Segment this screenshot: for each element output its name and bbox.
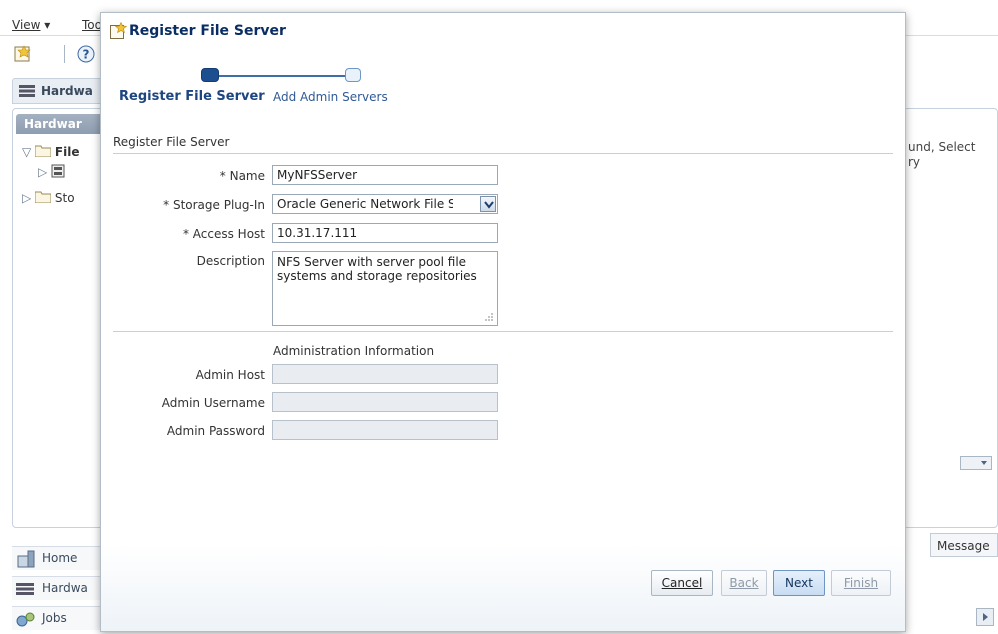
admin-username-field[interactable]: [272, 392, 498, 412]
train-stop-next[interactable]: [345, 68, 361, 82]
chevron-down-icon: [484, 201, 494, 209]
description-field[interactable]: NFS Server with server pool file systems…: [272, 251, 498, 326]
dropdown-button[interactable]: [480, 196, 496, 212]
section-title: Register File Server: [113, 135, 230, 149]
finish-button[interactable]: Finish: [831, 570, 891, 596]
name-field[interactable]: [272, 165, 498, 185]
nav-jobs-label: Jobs: [42, 611, 67, 625]
folder-icon: [34, 191, 52, 204]
server-rack-icon: [19, 85, 35, 97]
cancel-label: Cancel: [661, 576, 703, 590]
wizard-icon: [109, 21, 128, 40]
background-info-text: und, Select ry: [908, 140, 975, 170]
access-host-field[interactable]: [272, 223, 498, 243]
tree-item-storage[interactable]: ▷ Sto: [22, 191, 75, 205]
admin-section-title: Administration Information: [273, 344, 435, 358]
server-rack-icon: [16, 583, 34, 595]
admin-username-label: Admin Username: [161, 396, 265, 410]
nav-home-label: Home: [42, 551, 78, 565]
scroll-right-button[interactable]: [976, 608, 994, 626]
description-label: Description: [196, 254, 265, 268]
section-divider: [113, 331, 893, 332]
collapse-triangle-icon: ▽: [22, 145, 32, 159]
new-icon[interactable]: [12, 44, 32, 64]
expand-triangle-icon: ▷: [22, 191, 32, 205]
train-step-register: Register File Server: [119, 89, 265, 104]
cancel-button[interactable]: Cancel: [651, 570, 713, 596]
scroll-down-button[interactable]: [960, 456, 992, 470]
subpanel-title: Hardwar: [24, 117, 82, 131]
back-label: Back: [729, 576, 759, 590]
dialog-title: Register File Server: [129, 23, 286, 39]
nav-hardware[interactable]: Hardwa: [12, 576, 112, 600]
tree-item-child[interactable]: ▷: [38, 164, 65, 179]
chevron-down-icon: [981, 461, 987, 465]
storage-plugin-select[interactable]: Oracle Generic Network File Sys: [272, 194, 498, 214]
toolbar-separator: [64, 45, 65, 63]
file-server-icon: [51, 164, 65, 178]
resize-grip-icon[interactable]: [484, 312, 494, 322]
next-button[interactable]: Next: [773, 570, 825, 596]
admin-host-label: Admin Host: [195, 368, 265, 382]
admin-host-field[interactable]: [272, 364, 498, 384]
train-connector: [211, 75, 345, 77]
access-host-label: * Access Host: [182, 227, 265, 241]
admin-password-field[interactable]: [272, 420, 498, 440]
tree-item-file[interactable]: ▽ File: [22, 145, 79, 159]
message-column-header[interactable]: Message: [930, 533, 998, 557]
back-button[interactable]: Back: [721, 570, 767, 596]
info-line: ry: [908, 155, 921, 169]
tree-item-label: File: [54, 145, 80, 159]
expand-triangle-icon: ▷: [38, 165, 48, 179]
description-text: NFS Server with server pool file systems…: [277, 255, 477, 283]
home-icon: [17, 550, 35, 568]
jobs-icon: [16, 612, 35, 627]
section-divider: [113, 153, 893, 154]
next-label: Next: [785, 576, 813, 590]
finish-label: Finish: [843, 576, 879, 590]
menu-tools[interactable]: Too: [82, 18, 102, 32]
nav-jobs[interactable]: Jobs: [12, 606, 112, 630]
storage-plugin-value: Oracle Generic Network File Sys: [277, 197, 453, 211]
storage-plugin-label: * Storage Plug-In: [163, 198, 265, 212]
train-step-admin-servers[interactable]: Add Admin Servers: [273, 90, 388, 104]
folder-icon: [34, 145, 52, 158]
svg-text:?: ?: [83, 48, 90, 62]
nav-hardware-label: Hardwa: [42, 581, 88, 595]
hardware-panel-title: Hardwa: [41, 84, 93, 98]
info-line: und, Select: [908, 140, 976, 154]
chevron-right-icon: [983, 613, 988, 621]
admin-password-label: Admin Password: [166, 424, 265, 438]
tree-item-label: Sto: [54, 191, 75, 205]
name-label: * Name: [219, 169, 265, 183]
train-stop-current: [201, 68, 219, 82]
wizard-train: Register File Server Add Admin Servers: [119, 67, 399, 107]
help-icon[interactable]: ?: [76, 44, 96, 64]
nav-home[interactable]: Home: [12, 546, 112, 570]
menu-view[interactable]: View ▾: [12, 18, 50, 32]
register-file-server-dialog: Register File Server Register File Serve…: [100, 12, 906, 632]
